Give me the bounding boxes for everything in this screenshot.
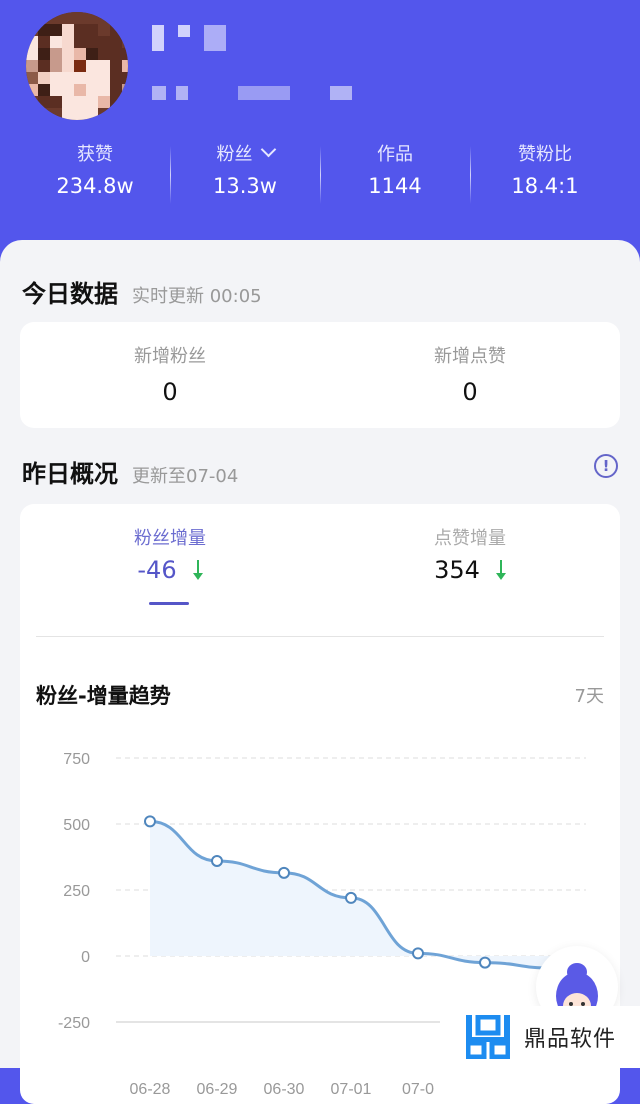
data-point-07-01 xyxy=(345,891,357,904)
info-icon[interactable]: ! xyxy=(594,454,618,478)
section-title-text: 今日数据 xyxy=(22,280,118,308)
x-tick-label: 07-0 xyxy=(402,1081,434,1098)
watermark-text: 鼎品软件 xyxy=(524,1027,617,1052)
section-title-text: 昨日概况 xyxy=(22,460,118,488)
data-point-07-03 xyxy=(479,956,491,969)
stat-label: 作品 xyxy=(377,144,413,165)
data-point-06-28 xyxy=(144,815,156,828)
today-card: 新增粉丝 0 新增点赞 0 xyxy=(20,322,620,428)
stat-value: 13.3w xyxy=(213,174,277,198)
y-tick-label: 750 xyxy=(63,751,90,768)
x-tick-label: 06-28 xyxy=(130,1081,171,1098)
stat-likes[interactable]: 获赞 234.8w xyxy=(20,140,170,202)
metric-value: 0 xyxy=(162,378,178,406)
x-tick-label: 06-29 xyxy=(197,1081,238,1098)
avatar[interactable] xyxy=(26,12,128,120)
data-point-06-30 xyxy=(278,866,290,879)
data-point-07-02 xyxy=(412,947,424,960)
metric-value: 0 xyxy=(462,378,478,406)
yesterday-section-title: 昨日概况 更新至07-04 xyxy=(22,454,238,489)
stat-value: 1144 xyxy=(368,174,422,198)
today-new-followers: 新增粉丝 0 xyxy=(20,342,320,406)
today-update-time: 实时更新 00:05 xyxy=(132,286,262,307)
stat-works[interactable]: 作品 1144 xyxy=(320,140,470,204)
chevron-down-icon[interactable] xyxy=(260,141,276,158)
stat-value: 18.4:1 xyxy=(511,174,579,198)
watermark-logo-icon xyxy=(466,1015,510,1059)
stat-label: 粉丝 xyxy=(216,144,253,165)
y-tick-label: -250 xyxy=(58,1015,90,1032)
y-tick-label: 250 xyxy=(63,883,90,900)
metric-label: 新增点赞 xyxy=(434,346,506,367)
x-tick-label: 07-01 xyxy=(331,1081,372,1098)
watermark: 鼎品软件 xyxy=(448,1006,640,1068)
y-tick-label: 500 xyxy=(63,817,90,834)
x-tick-label: 06-30 xyxy=(264,1081,305,1098)
profile-stats: 获赞 234.8w 粉丝 13.3w 作品 1144 赞粉比 18.4:1 xyxy=(20,140,620,204)
data-point-06-29 xyxy=(211,854,223,867)
data-panel: 今日数据 实时更新 00:05 新增粉丝 0 新增点赞 0 昨日概况 更新至07… xyxy=(0,240,640,1104)
stat-label: 赞粉比 xyxy=(518,144,572,165)
stat-like-follower-ratio[interactable]: 赞粉比 18.4:1 xyxy=(470,140,620,204)
profile-header: 获赞 234.8w 粉丝 13.3w 作品 1144 赞粉比 18.4:1 xyxy=(0,0,640,250)
yesterday-update-date: 更新至07-04 xyxy=(132,466,239,487)
stat-followers[interactable]: 粉丝 13.3w xyxy=(170,140,320,204)
today-section-title: 今日数据 实时更新 00:05 xyxy=(22,274,262,309)
account-id-blurred xyxy=(152,86,352,100)
metric-label: 新增粉丝 xyxy=(134,346,206,367)
profile-name-blurred xyxy=(152,25,226,51)
stat-value: 234.8w xyxy=(56,174,134,198)
y-tick-label: 0 xyxy=(81,949,90,966)
stat-label: 获赞 xyxy=(77,144,113,165)
today-new-likes: 新增点赞 0 xyxy=(320,342,620,406)
